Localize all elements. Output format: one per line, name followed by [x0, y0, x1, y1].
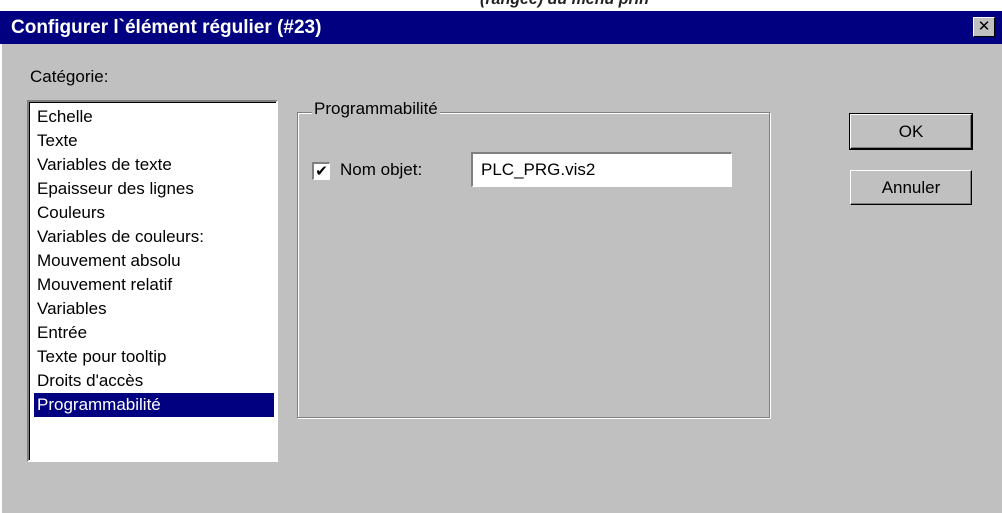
list-item[interactable]: Texte	[34, 129, 274, 153]
list-item[interactable]: Variables de texte	[34, 153, 274, 177]
background-window-fragment: (rangée) du menu prin	[0, 0, 1002, 11]
list-item[interactable]: Texte pour tooltip	[34, 345, 274, 369]
close-button[interactable]: ✕	[973, 17, 995, 37]
close-icon: ✕	[977, 17, 991, 35]
dialog-border	[0, 44, 2, 513]
cancel-button[interactable]: Annuler	[850, 170, 972, 205]
check-mark-icon: ✔	[315, 162, 328, 180]
list-item[interactable]: Variables de couleurs:	[34, 225, 274, 249]
object-name-checkbox[interactable]: ✔	[312, 162, 330, 180]
object-name-input[interactable]	[471, 152, 732, 187]
list-item[interactable]: Mouvement absolu	[34, 249, 274, 273]
list-item[interactable]: Epaisseur des lignes	[34, 177, 274, 201]
dialog-titlebar[interactable]: Configurer l`élément régulier (#23) ✕	[0, 11, 1002, 44]
ok-button[interactable]: OK	[849, 113, 973, 150]
group-title: Programmabilité	[312, 99, 440, 119]
list-item[interactable]: Entrée	[34, 321, 274, 345]
category-label: Catégorie:	[30, 67, 109, 86]
list-item-selected[interactable]: Programmabilité	[34, 393, 274, 417]
list-item[interactable]: Echelle	[34, 105, 274, 129]
category-listbox[interactable]: Echelle Texte Variables de texte Epaisse…	[27, 100, 278, 462]
list-item[interactable]: Couleurs	[34, 201, 274, 225]
list-item[interactable]: Mouvement relatif	[34, 273, 274, 297]
list-item[interactable]: Droits d'accès	[34, 369, 274, 393]
dialog-title: Configurer l`élément régulier (#23)	[11, 17, 322, 38]
list-item[interactable]: Variables	[34, 297, 274, 321]
background-text: (rangée) du menu prin	[480, 0, 649, 9]
checkbox-label[interactable]: Nom objet:	[340, 160, 422, 180]
